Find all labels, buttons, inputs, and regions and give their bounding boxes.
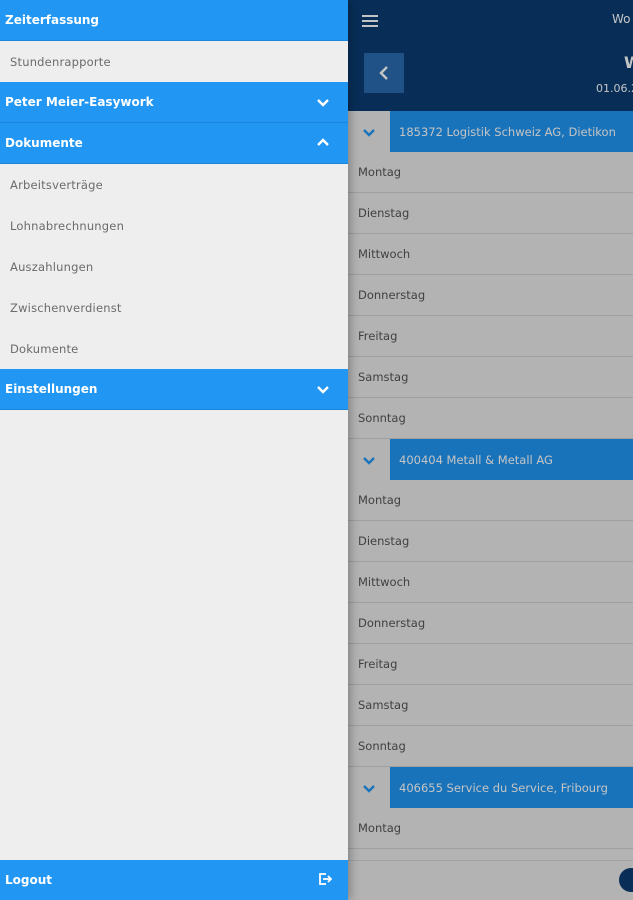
weekday-row[interactable]: Montag [348, 808, 633, 849]
chevron-down-icon [314, 380, 332, 398]
drawer-section-header[interactable]: Dokumente [0, 123, 348, 164]
employer-group-header[interactable]: 185372 Logistik Schweiz AG, Dietikon [348, 111, 633, 152]
weekday-row[interactable]: Freitag [348, 644, 633, 685]
chevron-left-icon [379, 66, 388, 80]
drawer-item[interactable]: Auszahlungen [0, 246, 348, 287]
weekday-row[interactable]: Samstag [348, 685, 633, 726]
weekday-row[interactable]: Sonntag [348, 726, 633, 767]
drawer-sections: Zeiterfassung Stundenrapporte Peter Meier-… [0, 0, 348, 410]
back-button[interactable] [364, 53, 404, 93]
drawer-item[interactable]: Lohnabrechnungen [0, 205, 348, 246]
weekday-row[interactable]: Montag [348, 152, 633, 193]
chevron-down-icon[interactable] [348, 439, 390, 480]
weekday-row[interactable]: Donnerstag [348, 603, 633, 644]
weekday-row[interactable]: Mittwoch [348, 562, 633, 603]
chevron-down-icon[interactable] [348, 767, 390, 808]
weekday-row[interactable]: Donnerstag [348, 275, 633, 316]
weekday-row[interactable]: Dienstag [348, 521, 633, 562]
drawer-section-header[interactable]: Zeiterfassung [0, 0, 348, 41]
employer-group-label: 406655 Service du Service, Fribourg [390, 767, 633, 808]
chevron-down-icon[interactable] [348, 111, 390, 152]
week-header: W 01.06.2 [348, 41, 633, 111]
weekday-row[interactable]: Montag [348, 480, 633, 521]
employer-group-label: 400404 Metall & Metall AG [390, 439, 633, 480]
drawer-section-header[interactable]: Peter Meier-Easywork [0, 82, 348, 123]
navigation-drawer: Zeiterfassung Stundenrapporte Peter Meier-… [0, 0, 348, 900]
employer-group-header[interactable]: 406655 Service du Service, Fribourg [348, 767, 633, 808]
logout-icon [318, 872, 333, 889]
drawer-section-title: Dokumente [5, 136, 83, 150]
app-title: Wo [612, 12, 631, 26]
week-date-range: 01.06.2 [596, 82, 633, 95]
top-app-bar: Wo [348, 0, 633, 41]
weekday-row[interactable]: Mittwoch [348, 234, 633, 275]
week-title: W [624, 53, 633, 72]
drawer-item[interactable]: Zwischenverdienst [0, 287, 348, 328]
weekday-row[interactable]: Sonntag [348, 398, 633, 439]
drawer-section-header[interactable]: Einstellungen [0, 369, 348, 410]
weekday-row[interactable]: Samstag [348, 357, 633, 398]
drawer-section-title: Einstellungen [5, 382, 98, 396]
bottom-bar [348, 860, 633, 900]
employer-group-label: 185372 Logistik Schweiz AG, Dietikon [390, 111, 633, 152]
drawer-item[interactable]: Arbeitsverträge [0, 164, 348, 205]
employer-group-header[interactable]: 400404 Metall & Metall AG [348, 439, 633, 480]
drawer-item[interactable]: Stundenrapporte [0, 41, 348, 82]
chevron-up-icon [314, 134, 332, 152]
logout-button[interactable]: Logout [0, 860, 348, 900]
weekday-row[interactable]: Freitag [348, 316, 633, 357]
menu-icon[interactable] [362, 14, 378, 27]
employer-groups: 185372 Logistik Schweiz AG, Dietikon Mont… [348, 111, 633, 849]
logout-label: Logout [5, 873, 53, 887]
chevron-down-icon [314, 93, 332, 111]
logo-icon [619, 868, 633, 892]
weekday-row[interactable]: Dienstag [348, 193, 633, 234]
main-content: Wo W 01.06.2 185372 Logistik Schweiz AG,… [348, 0, 633, 900]
drawer-section-title: Zeiterfassung [5, 13, 100, 27]
drawer-section-title: Peter Meier-Easywork [5, 95, 154, 109]
drawer-item[interactable]: Dokumente [0, 328, 348, 369]
